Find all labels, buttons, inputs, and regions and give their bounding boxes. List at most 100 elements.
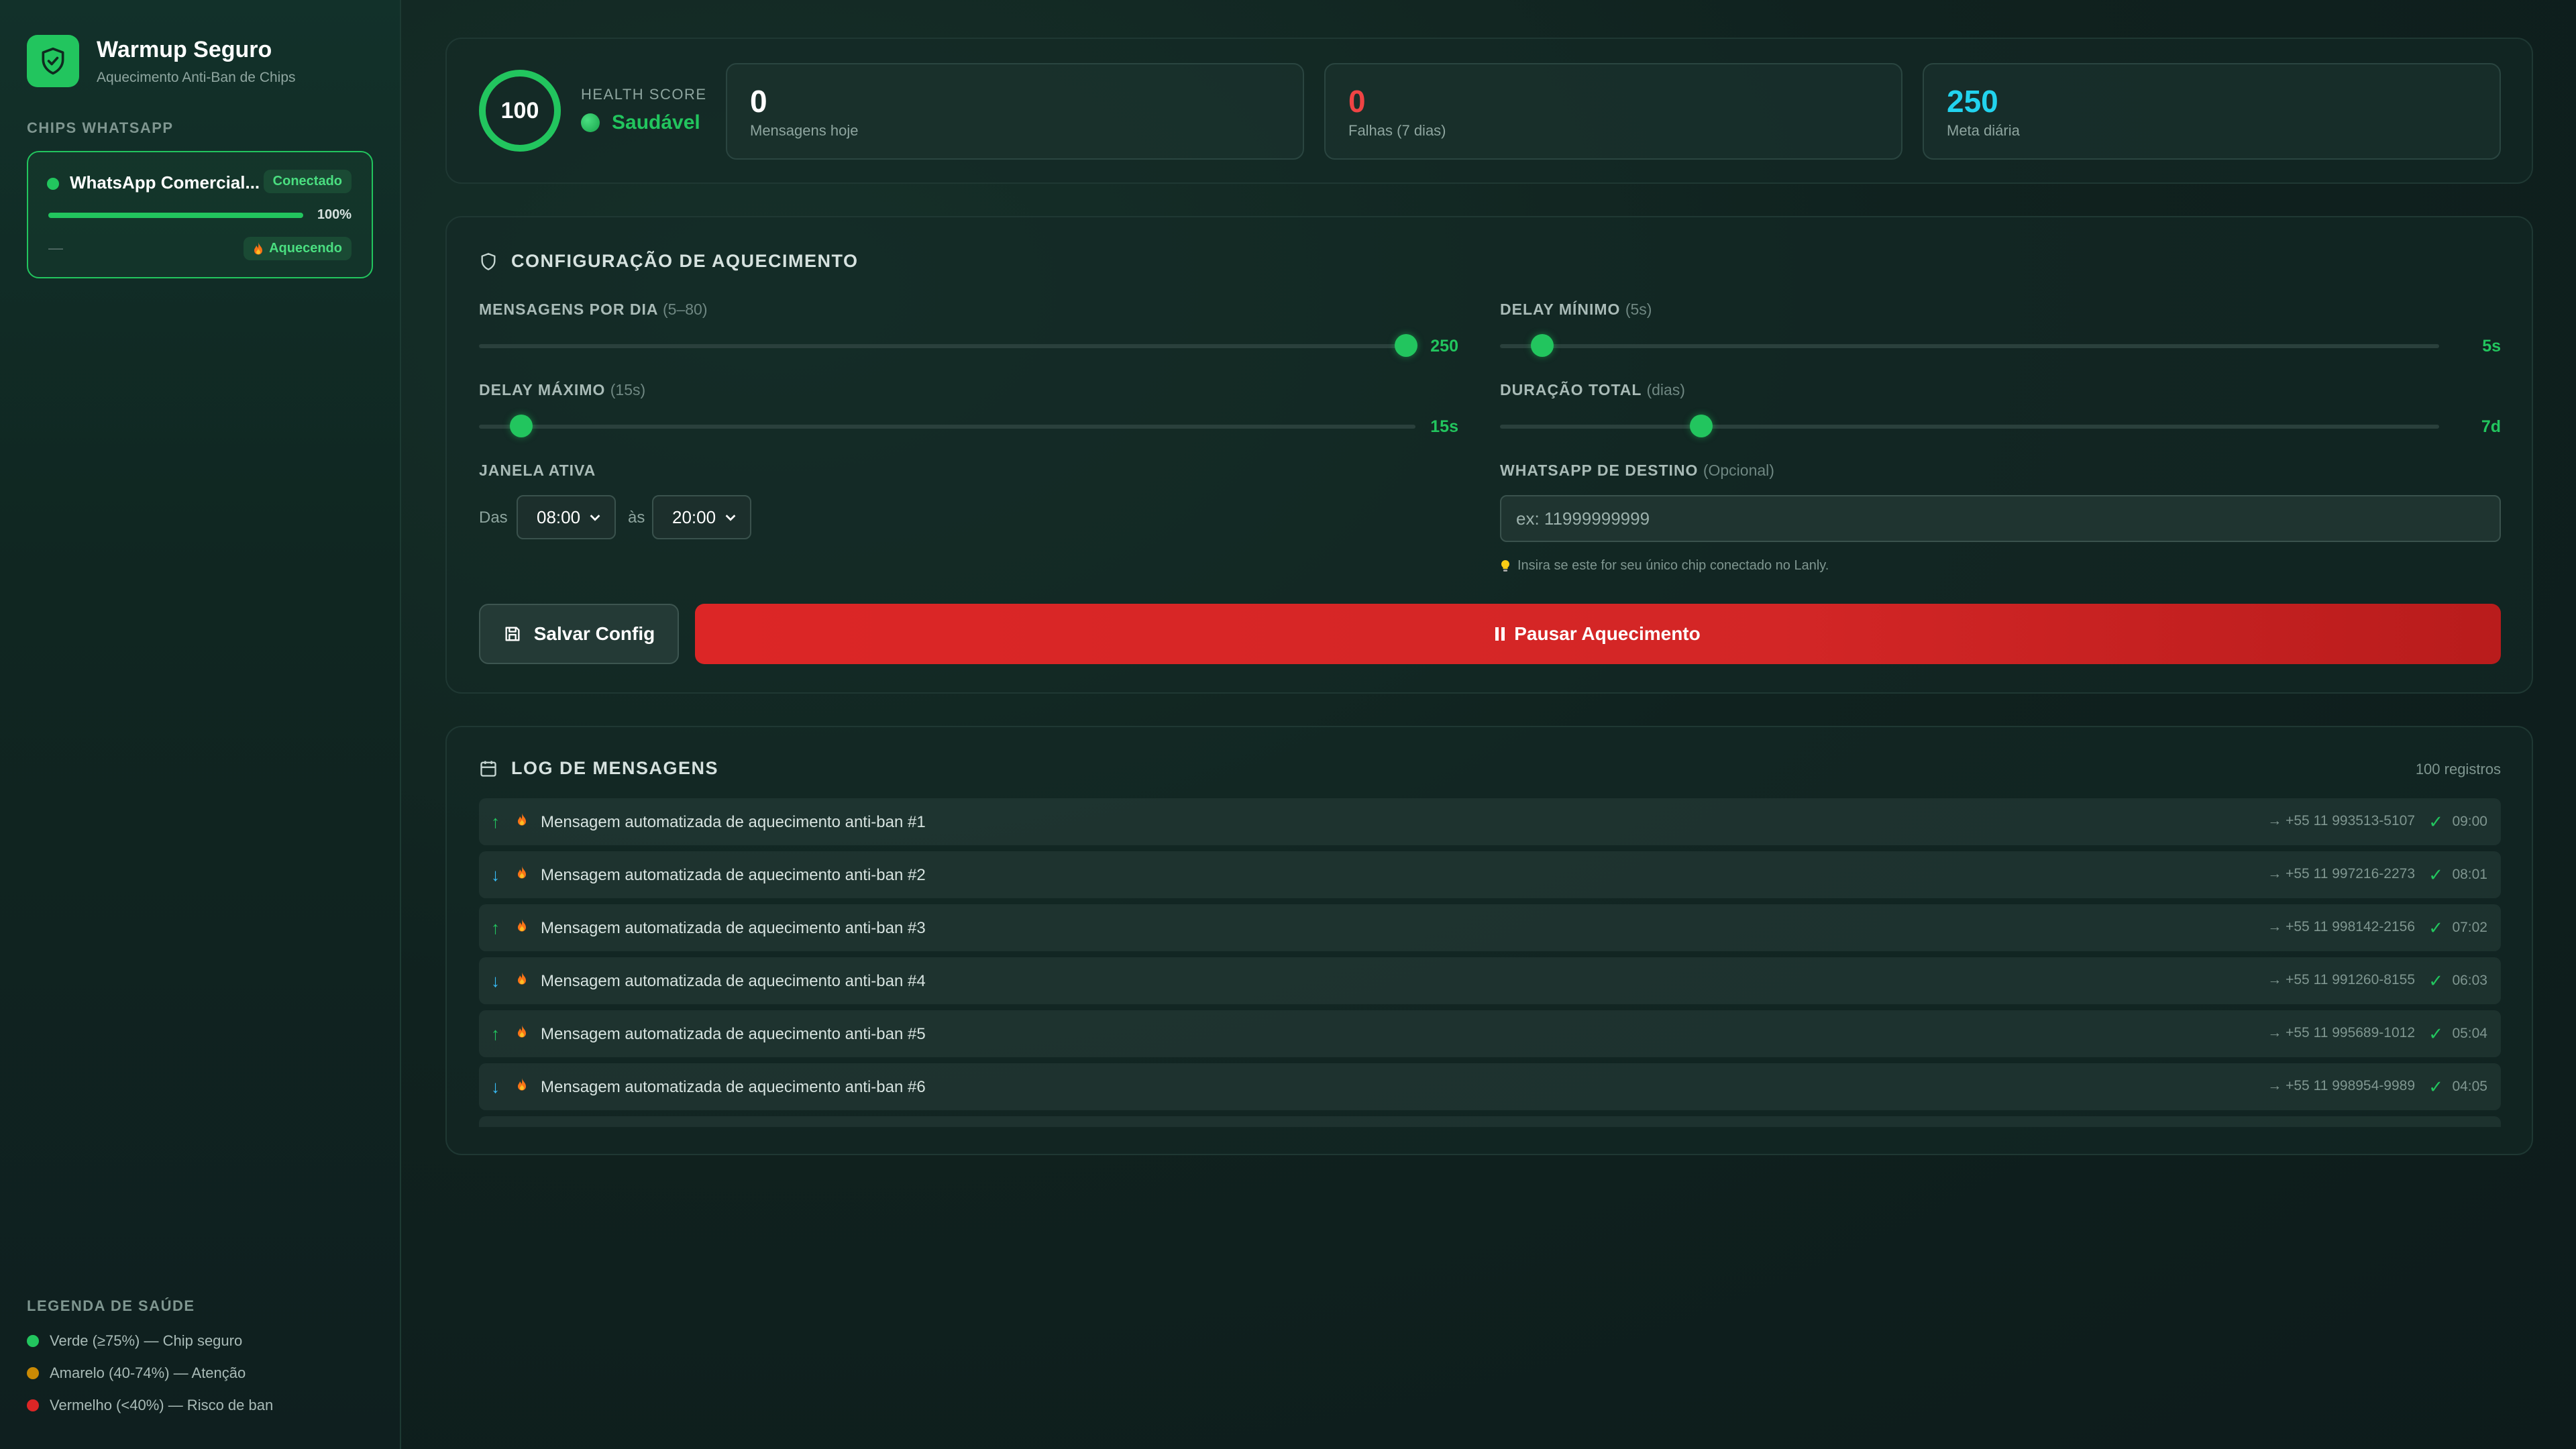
stat-daily-goal: 250 Meta diária <box>1923 63 2501 160</box>
log-message: Mensagem automatizada de aquecimento ant… <box>541 1025 926 1043</box>
log-title-text: LOG DE MENSAGENS <box>511 758 719 778</box>
end-time-value: 20:00 <box>672 506 716 527</box>
connection-dot <box>47 178 59 190</box>
duration-slider[interactable] <box>1500 413 2439 440</box>
config-panel: CONFIGURAÇÃO DE AQUECIMENTO MENSAGENS PO… <box>445 216 2533 694</box>
slider-thumb[interactable] <box>509 415 533 437</box>
chips-section-label: CHIPS WHATSAPP <box>27 119 174 136</box>
delay-min-value: 5s <box>2482 337 2501 356</box>
fire-icon <box>517 919 527 936</box>
direction-arrow-icon: ↓ <box>491 865 500 885</box>
stat-value: 0 <box>750 84 767 119</box>
legend-text: Vermelho (<40%) — Risco de ban <box>50 1397 274 1413</box>
log-phone: → +55 11 998954-9989 <box>2267 1078 2415 1093</box>
log-message: Mensagem automatizada de aquecimento ant… <box>541 813 926 831</box>
warming-label: Aquecendo <box>269 241 342 256</box>
slider-track <box>479 425 1415 429</box>
delay-min-slider[interactable] <box>1500 333 2439 360</box>
log-row: ↓ Mensagem automatizada de aquecimento a… <box>479 851 2501 898</box>
calendar-icon <box>480 760 496 777</box>
log-time: 04:05 <box>2452 1079 2487 1094</box>
legend-text: Verde (≥75%) — Chip seguro <box>50 1332 243 1349</box>
log-row: ↓ Mensagem automatizada de aquecimento a… <box>479 1063 2501 1110</box>
fire-icon <box>517 813 527 830</box>
messages-per-day-slider[interactable] <box>479 333 1418 360</box>
label-hint: (5–80) <box>663 301 708 318</box>
label-hint: (5s) <box>1625 301 1652 318</box>
log-phone: → +55 11 998142-2156 <box>2267 919 2415 934</box>
delay-max-value: 15s <box>1430 417 1458 436</box>
label-hint: (15s) <box>610 381 646 398</box>
label-text: DELAY MÍNIMO <box>1500 301 1621 318</box>
slider-track <box>1500 344 2439 348</box>
chip-progress-fill <box>48 213 303 218</box>
chip-secondary-text: — <box>48 239 63 256</box>
legend-text: Amarelo (40-74%) — Atenção <box>50 1364 246 1381</box>
pause-warmup-label: Pausar Aquecimento <box>1514 623 1701 644</box>
messages-per-day-label: MENSAGENS POR DIA (5–80) <box>479 301 708 319</box>
label-text: DELAY MÁXIMO <box>479 381 606 398</box>
stat-value: 0 <box>1348 84 1366 119</box>
chip-progress-label: 100% <box>317 207 352 222</box>
log-phone: → +55 11 997216-2273 <box>2267 866 2415 881</box>
shield-icon <box>481 252 496 270</box>
log-list[interactable]: ↑ Mensagem automatizada de aquecimento a… <box>479 798 2501 1127</box>
log-row: ↓ Mensagem automatizada de aquecimento a… <box>479 957 2501 1004</box>
end-time-select[interactable]: 20:00 <box>652 495 751 539</box>
log-time: 07:02 <box>2452 920 2487 935</box>
delay-min-label: DELAY MÍNIMO (5s) <box>1500 301 1652 319</box>
chip-name: WhatsApp Comercial... <box>70 172 260 193</box>
brand-subtitle: Aquecimento Anti-Ban de Chips <box>97 69 296 85</box>
label-text: WHATSAPP DE DESTINO <box>1500 462 1699 479</box>
from-text: Das <box>479 508 508 527</box>
health-status-text: Saudável <box>612 111 700 133</box>
stat-label: Meta diária <box>1947 122 2020 139</box>
legend-item-red: Vermelho (<40%) — Risco de ban <box>27 1397 273 1414</box>
delay-max-label: DELAY MÁXIMO (15s) <box>479 381 645 399</box>
direction-arrow-icon: ↑ <box>491 812 500 832</box>
stat-label: Mensagens hoje <box>750 122 859 139</box>
health-status: Saudável <box>581 111 700 134</box>
sidebar: Warmup Seguro Aquecimento Anti-Ban de Ch… <box>0 0 401 1449</box>
to-text: às <box>628 508 645 527</box>
legend-item-green: Verde (≥75%) — Chip seguro <box>27 1332 242 1350</box>
legend-section-label: LEGENDA DE SAÚDE <box>27 1297 195 1314</box>
brand: Warmup Seguro Aquecimento Anti-Ban de Ch… <box>27 35 296 87</box>
check-icon: ✓ <box>2428 1024 2443 1044</box>
legend-dot-yellow <box>27 1367 39 1379</box>
slider-thumb[interactable] <box>1395 334 1418 357</box>
stat-failures: 0 Falhas (7 dias) <box>1324 63 1902 160</box>
legend-item-yellow: Amarelo (40-74%) — Atenção <box>27 1364 246 1382</box>
label-hint: (Opcional) <box>1703 462 1774 479</box>
direction-arrow-icon: ↓ <box>491 1077 500 1097</box>
save-config-button[interactable]: Salvar Config <box>479 604 679 664</box>
save-config-label: Salvar Config <box>533 623 655 644</box>
health-status-icon <box>581 113 600 132</box>
start-time-value: 08:00 <box>537 506 581 527</box>
log-message: Mensagem automatizada de aquecimento ant… <box>541 866 926 884</box>
pause-warmup-button[interactable]: Pausar Aquecimento <box>695 604 2501 664</box>
log-count: 100 registros <box>2415 761 2501 777</box>
destination-label: WHATSAPP DE DESTINO (Opcional) <box>1500 462 1774 480</box>
chip-card[interactable]: WhatsApp Comercial... Conectado 100% — A… <box>27 151 373 278</box>
delay-max-slider[interactable] <box>479 413 1415 440</box>
destination-tip-text: Insira se este for seu único chip conect… <box>1517 558 1829 573</box>
slider-thumb[interactable] <box>1531 334 1554 357</box>
fire-icon <box>517 1025 527 1042</box>
start-time-select[interactable]: 08:00 <box>517 495 616 539</box>
chevron-down-icon <box>725 515 736 521</box>
stat-value: 250 <box>1947 84 1998 119</box>
health-score-label: HEALTH SCORE <box>581 86 707 103</box>
fire-icon <box>254 241 263 254</box>
duration-value: 7d <box>2481 417 2501 436</box>
health-score-value: 100 <box>500 97 539 123</box>
slider-thumb[interactable] <box>1689 415 1713 437</box>
log-message: Mensagem automatizada de aquecimento ant… <box>541 919 926 937</box>
destination-input[interactable]: ex: 11999999999 <box>1500 495 2501 542</box>
log-phone: → +55 11 993513-5107 <box>2267 813 2415 828</box>
label-text: DURAÇÃO TOTAL <box>1500 381 1642 398</box>
check-icon: ✓ <box>2428 971 2443 991</box>
log-row: ↑ Mensagem automatizada de aquecimento a… <box>479 798 2501 845</box>
log-title: LOG DE MENSAGENS <box>479 758 718 779</box>
chip-progress-bar <box>48 213 303 218</box>
